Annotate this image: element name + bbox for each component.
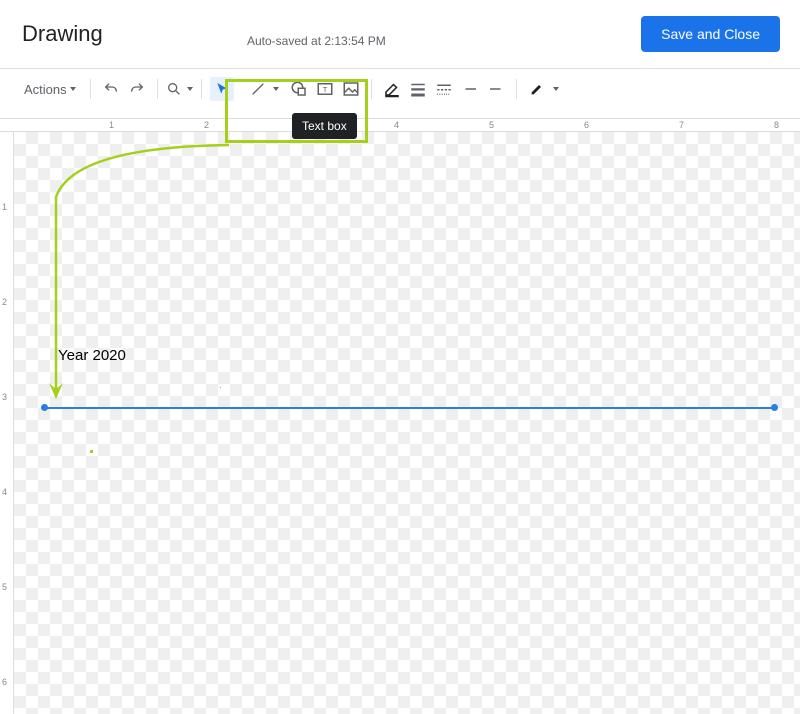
line-weight-icon (409, 80, 427, 98)
chevron-down-icon (187, 87, 193, 91)
redo-icon (129, 81, 145, 97)
drawn-line[interactable] (44, 407, 774, 409)
undo-icon (103, 81, 119, 97)
line-dash-button[interactable] (432, 77, 456, 101)
actions-menu[interactable]: Actions (18, 78, 82, 101)
pencil-icon (529, 81, 545, 97)
line-weight-button[interactable] (406, 77, 430, 101)
zoom-icon (166, 81, 182, 97)
cursor-icon (214, 81, 230, 97)
chevron-down-icon[interactable] (273, 87, 279, 91)
divider (516, 79, 517, 99)
chevron-down-icon[interactable] (553, 87, 559, 91)
chevron-down-icon (70, 87, 76, 91)
dialog-title: Drawing (22, 21, 103, 47)
undo-button[interactable] (99, 77, 123, 101)
drawing-canvas[interactable]: Year 2020 . (14, 132, 800, 714)
canvas-text-year[interactable]: Year 2020 (58, 347, 126, 364)
pencil-underline-icon (383, 80, 401, 98)
line-start-icon (461, 80, 479, 98)
header-bar: Drawing Auto-saved at 2:13:54 PM Save an… (0, 0, 800, 69)
zoom-dropdown[interactable] (166, 81, 193, 97)
divider (201, 79, 202, 99)
image-tool-button[interactable] (339, 77, 363, 101)
edit-tool-button[interactable] (525, 77, 549, 101)
line-dash-icon (435, 80, 453, 98)
annotation-dot (90, 450, 93, 453)
annotation-arrow (34, 137, 254, 417)
image-icon (342, 80, 360, 98)
line-color-button[interactable] (380, 77, 404, 101)
textbox-icon: T (316, 80, 334, 98)
line-handle-left[interactable] (41, 404, 48, 411)
divider (371, 79, 372, 99)
actions-label: Actions (24, 82, 67, 97)
textbox-tool-button[interactable]: T (313, 77, 337, 101)
line-handle-right[interactable] (771, 404, 778, 411)
arrow-end-button[interactable] (484, 77, 508, 101)
line-icon (250, 81, 266, 97)
arrow-start-button[interactable] (458, 77, 482, 101)
line-tool-button[interactable] (246, 77, 270, 101)
divider (90, 79, 91, 99)
line-end-icon (487, 80, 505, 98)
textbox-tooltip: Text box (292, 113, 357, 139)
divider (157, 79, 158, 99)
select-tool-button[interactable] (210, 77, 234, 101)
redo-button[interactable] (125, 77, 149, 101)
midpoint-mark: . (219, 380, 222, 391)
horizontal-ruler: 1 2 3 4 5 6 7 8 (0, 118, 800, 132)
svg-text:T: T (322, 85, 327, 94)
toolbar: Actions T (0, 69, 800, 109)
shape-icon (290, 80, 308, 98)
autosave-status: Auto-saved at 2:13:54 PM (247, 34, 386, 48)
shape-tool-button[interactable] (287, 77, 311, 101)
save-and-close-button[interactable]: Save and Close (641, 16, 780, 52)
vertical-ruler: 1 2 3 4 5 6 (0, 132, 14, 714)
